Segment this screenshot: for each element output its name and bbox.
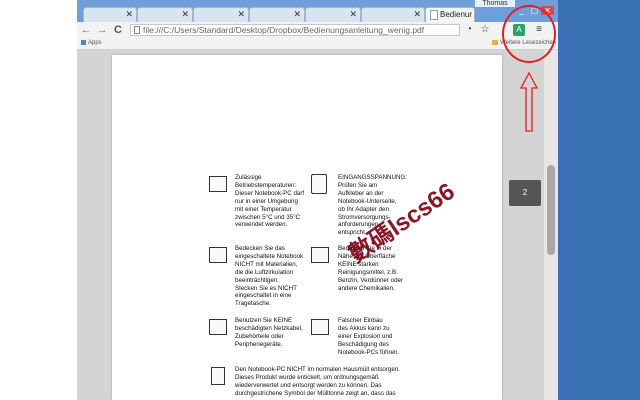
- battery-warning-icon: [311, 319, 329, 335]
- pdf-line: Beschädigung des: [338, 340, 389, 348]
- back-button[interactable]: ←: [79, 23, 93, 37]
- pdf-line: Reinigungsmittel, z.B.: [338, 268, 398, 276]
- pdf-block-6: Falscher Einbau des Akkus kann zu einer Ex…: [338, 317, 399, 357]
- refresh-extension-icon[interactable]: ◔: [462, 23, 476, 37]
- pdf-line: durchgestrichene Symbol der Mülltonne ze…: [235, 389, 396, 397]
- pdf-line: zwischen 5°C und 35°C: [235, 213, 301, 221]
- pdf-line: Peripheriegeräte.: [235, 340, 283, 348]
- page-indicator: 2: [509, 180, 541, 206]
- pdf-line: Notebook-PCs führen.: [338, 348, 400, 356]
- pdf-line: EINGANGSSPANNUNG:: [338, 174, 407, 181]
- tab-6[interactable]: ✕: [361, 7, 425, 22]
- tab-5[interactable]: ✕: [305, 7, 361, 22]
- browser-window: ✕ ✕ ✕ ✕ ✕ ✕ Bedienur Thomas _ ▢ ✕ ← → C fi…: [77, 0, 558, 400]
- pdf-block-5: Benutzen Sie KEINE beschädigten Netzkabel…: [235, 317, 303, 349]
- close-icon[interactable]: ✕: [237, 8, 245, 21]
- pdf-file-icon: [430, 10, 438, 20]
- pdf-page: Zulässige Betriebstemperaturen: Dieser Not…: [112, 55, 502, 400]
- bookmark-apps[interactable]: Apps: [81, 38, 102, 49]
- pdf-line: des Akkus kann zu: [338, 324, 390, 332]
- pdf-line: Bedecken Sie das: [235, 245, 285, 252]
- pdf-line: Benzin, Verdünner oder: [338, 276, 404, 284]
- close-icon[interactable]: ✕: [349, 8, 357, 21]
- scrollbar[interactable]: [544, 50, 558, 400]
- power-input-icon: [311, 174, 327, 194]
- close-icon[interactable]: ✕: [293, 8, 301, 21]
- tab-strip: ✕ ✕ ✕ ✕ ✕ ✕ Bedienur Thomas _ ▢ ✕: [77, 0, 558, 22]
- pdf-line: die die Luftzirkulation: [235, 268, 294, 276]
- forward-button[interactable]: →: [95, 23, 109, 37]
- pdf-viewer: Zulässige Betriebstemperaturen: Dieser Not…: [77, 50, 558, 400]
- folder-icon: [492, 39, 499, 45]
- tab-2[interactable]: ✕: [137, 7, 193, 22]
- damaged-cable-icon: [209, 319, 227, 335]
- pdf-line: Tragetasche.: [235, 300, 271, 308]
- scrollbar-thumb[interactable]: [547, 165, 555, 255]
- pdf-block-7: Den Notebook-PC NICHT im normalen Hausmü…: [235, 366, 400, 398]
- pdf-line: eingeschaltete Notebook: [235, 252, 304, 260]
- user-profile[interactable]: Thomas: [475, 0, 515, 7]
- active-tab-label: Bedienur: [440, 10, 473, 19]
- desktop-left: [0, 0, 77, 400]
- star-icon[interactable]: ☆: [478, 23, 492, 37]
- pdf-line: KEINE starken: [338, 260, 379, 268]
- close-icon[interactable]: ✕: [181, 8, 189, 21]
- apps-label: Apps: [88, 40, 102, 46]
- pdf-line: Betriebstemperaturen:: [235, 181, 297, 189]
- annotation-circle: [502, 5, 556, 63]
- annotation-arrow-icon: [519, 72, 539, 132]
- pdf-line: beeinträchtigen.: [235, 276, 280, 284]
- crossed-bin-icon: [211, 367, 225, 385]
- pdf-block-3: Bedecken Sie das eingeschaltete Notebook N…: [235, 245, 303, 308]
- reload-button[interactable]: C: [111, 23, 125, 37]
- tab-1[interactable]: ✕: [83, 7, 137, 22]
- pdf-line: einer Explosion und: [338, 332, 393, 340]
- pdf-line: NICHT mit Materialien,: [235, 260, 298, 268]
- pdf-line: wiederverwertet und entsorgt werden zu k…: [235, 381, 382, 389]
- tab-active[interactable]: Bedienur: [425, 7, 475, 22]
- pdf-line: andere Chemikalien.: [338, 284, 395, 292]
- bookmarks-bar: Apps Weitere Lesezeichen: [77, 38, 558, 50]
- pdf-line: nur in einer Umgebung: [235, 197, 298, 205]
- laptop-cover-icon: [209, 247, 227, 263]
- pdf-line: Den Notebook-PC NICHT im normalen Hausmü…: [235, 366, 400, 373]
- pdf-line: Zubehörteile oder: [235, 332, 284, 340]
- pdf-line: Dieses Produkt wurde entickelt, um ordnu…: [235, 373, 379, 381]
- temperature-warning-icon: [209, 176, 227, 192]
- pdf-line: Prüfen Sie am: [338, 181, 378, 189]
- pdf-line: Dieser Notebook-PC darf: [235, 189, 305, 197]
- pdf-block-1: Zulässige Betriebstemperaturen: Dieser Not…: [235, 174, 304, 229]
- pdf-line: Aufkleber an der: [338, 189, 384, 197]
- pdf-line: eingeschaltet in eine: [235, 292, 292, 300]
- pdf-line: beschädigten Netzkabel,: [235, 324, 303, 332]
- pdf-line: Benutzen Sie KEINE: [235, 317, 293, 324]
- close-icon[interactable]: ✕: [125, 8, 133, 21]
- address-bar[interactable]: file:///C:/Users/Standard/Desktop/Dropbo…: [130, 24, 460, 36]
- pdf-line: Zulässige: [235, 174, 262, 181]
- chemical-warning-icon: [311, 247, 329, 263]
- pdf-line: verwendet werden.: [235, 221, 288, 229]
- toolbar: ← → C file:///C:/Users/Standard/Desktop/…: [77, 22, 558, 38]
- file-icon: [134, 26, 140, 34]
- tab-4[interactable]: ✕: [249, 7, 305, 22]
- pdf-line: Stecken Sie es NICHT: [235, 284, 297, 292]
- pdf-line: mit einer Temperatur: [235, 205, 292, 213]
- tab-3[interactable]: ✕: [193, 7, 249, 22]
- apps-grid-icon: [81, 39, 86, 45]
- close-icon[interactable]: ✕: [413, 8, 421, 21]
- address-text: file:///C:/Users/Standard/Desktop/Dropbo…: [143, 25, 425, 35]
- pdf-line: Falscher Einbau: [338, 317, 383, 324]
- desktop-right: [558, 0, 640, 400]
